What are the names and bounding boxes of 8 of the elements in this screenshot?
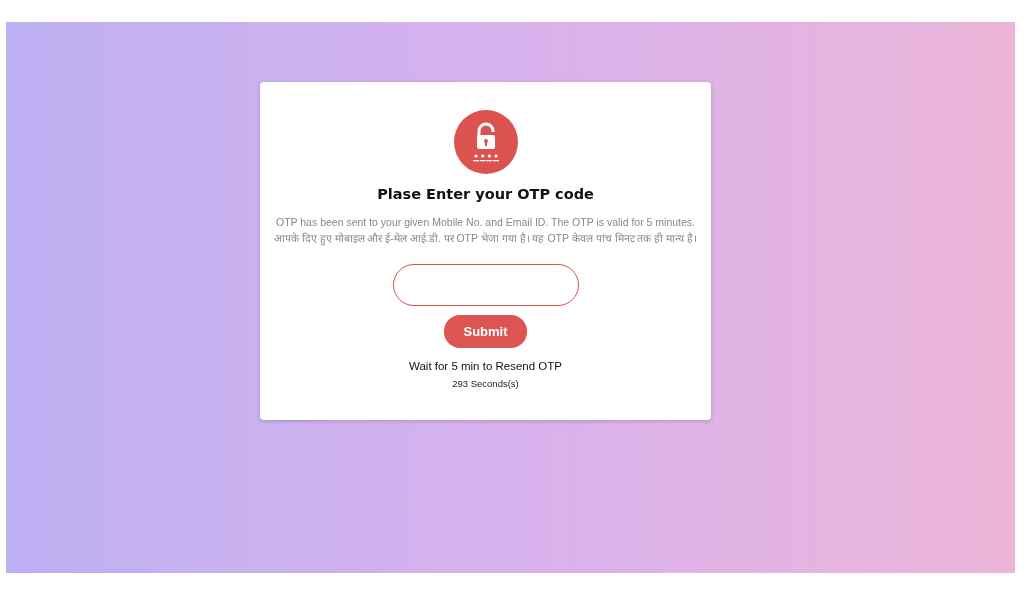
resend-wait-text: Wait for 5 min to Resend OTP	[408, 359, 563, 375]
info-text: OTP has been sent to your given Mobile No. and Email ID. The OTP is valid for 5 minutes.	[274, 214, 696, 230]
info-text: आपके दिए हुए मोबाइल और ई-मेल आई.डी. पर OTP भेजा गया है। यह OTP केवल पांच मिनट तक ही मान्य है।	[272, 230, 699, 246]
countdown-text: 293 Seconds(s)	[451, 376, 520, 391]
submit-button[interactable]: Submit	[444, 314, 527, 349]
dialog-title: Plase Enter your OTP code	[376, 185, 595, 204]
otp-input-field[interactable]	[392, 263, 579, 306]
padlock-icon	[453, 110, 518, 174]
